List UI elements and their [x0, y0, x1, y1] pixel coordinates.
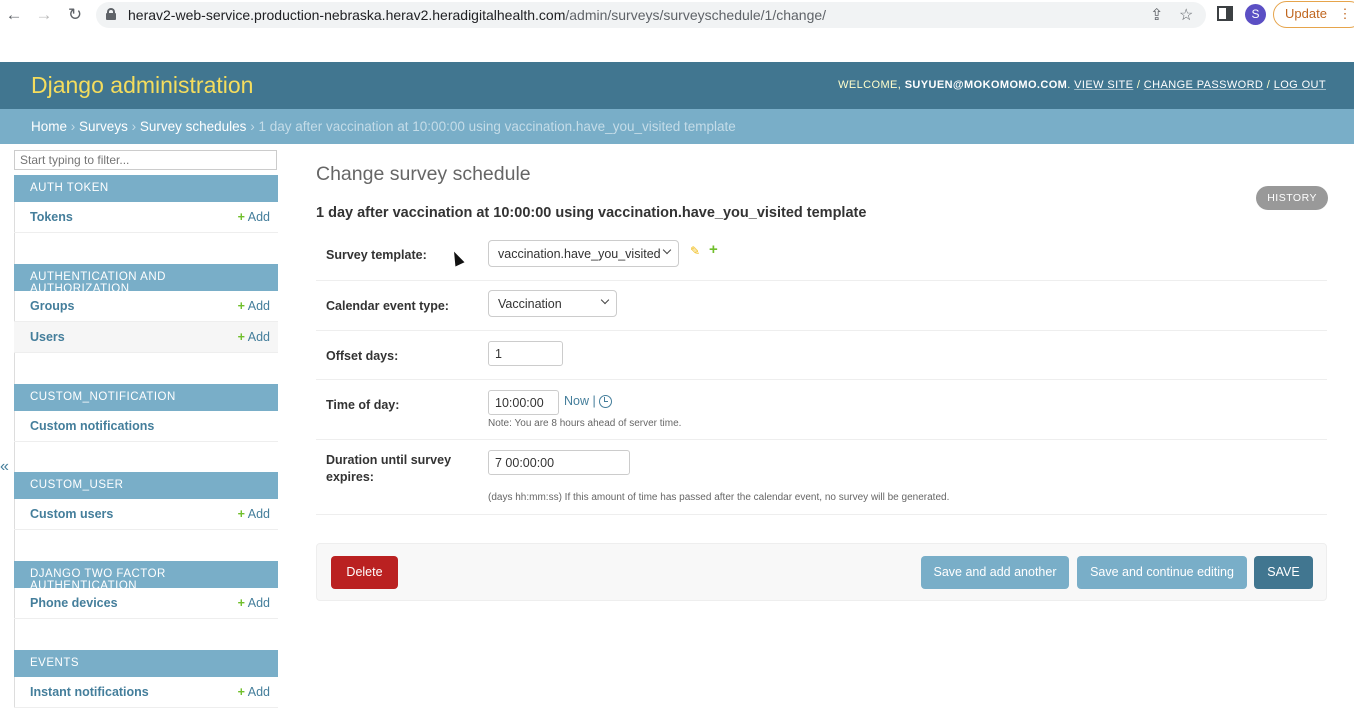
offset-days-input[interactable]: 1	[488, 341, 563, 366]
module-two-factor: DJANGO TWO FACTOR AUTHENTICATION Phone d…	[14, 561, 278, 619]
module-caption[interactable]: AUTHENTICATION AND AUTHORIZATION	[14, 264, 278, 295]
sidebar-item-custom-notifications[interactable]: Custom notifications	[14, 411, 278, 442]
field-duration: Duration until survey expires: 7 00:00:0…	[316, 440, 1327, 515]
field-survey-template: Survey template: vaccination.have_you_vi…	[316, 231, 1327, 281]
sidebar-item-phone-devices[interactable]: Phone devices + Add	[14, 588, 278, 619]
sidebar-item-groups[interactable]: Groups + Add	[14, 291, 278, 322]
now-link[interactable]: Now |	[564, 394, 596, 408]
module-auth-token: AUTH TOKEN Tokens + Add	[14, 175, 278, 233]
save-and-add-another-button[interactable]: Save and add another	[921, 556, 1069, 589]
plus-icon: +	[237, 299, 245, 313]
module-authentication: AUTHENTICATION AND AUTHORIZATION Groups …	[14, 264, 278, 353]
breadcrumb-current: 1 day after vaccination at 10:00:00 usin…	[258, 119, 736, 134]
breadcrumb-surveys[interactable]: Surveys	[79, 119, 128, 134]
timezone-note: Note: You are 8 hours ahead of server ti…	[488, 418, 682, 429]
survey-template-select[interactable]: vaccination.have_you_visited	[488, 240, 679, 267]
clock-icon[interactable]	[599, 395, 612, 408]
offset-days-label: Offset days:	[326, 349, 399, 363]
menu-icon: ⋮	[1338, 6, 1352, 21]
reload-icon[interactable]: ↻	[64, 4, 86, 26]
submit-row: Delete Save and add another Save and con…	[316, 543, 1327, 601]
add-link[interactable]: + Add	[238, 507, 270, 521]
site-header: Django administration WELCOME, SUYUEN@MO…	[0, 62, 1354, 109]
module-events: EVENTS Instant notifications + Add	[14, 650, 278, 708]
save-and-continue-button[interactable]: Save and continue editing	[1077, 556, 1247, 589]
url-text[interactable]: herav2-web-service.production-nebraska.h…	[128, 7, 826, 23]
add-link[interactable]: + Add	[238, 299, 270, 313]
profile-avatar[interactable]: S	[1245, 4, 1266, 25]
history-button[interactable]: HISTORY	[1256, 186, 1328, 210]
plus-icon: +	[237, 507, 245, 521]
share-icon[interactable]: ⇪	[1150, 5, 1163, 25]
save-button[interactable]: SAVE	[1254, 556, 1313, 589]
add-link[interactable]: + Add	[238, 596, 270, 610]
module-caption[interactable]: DJANGO TWO FACTOR AUTHENTICATION	[14, 561, 278, 592]
welcome-text: WELCOME,	[838, 79, 902, 91]
duration-help-text: (days hh:mm:ss) If this amount of time h…	[488, 492, 950, 503]
browser-toolbar: ← → ↻ herav2-web-service.production-nebr…	[0, 0, 1354, 62]
add-plus-icon[interactable]: +	[709, 241, 718, 258]
module-caption[interactable]: CUSTOM_USER	[14, 472, 278, 499]
plus-icon: +	[237, 685, 245, 699]
calendar-event-type-select[interactable]: Vaccination	[488, 290, 617, 317]
field-calendar-event-type: Calendar event type: Vaccination	[316, 281, 1327, 331]
change-password-link[interactable]: CHANGE PASSWORD	[1144, 79, 1263, 91]
module-caption[interactable]: EVENTS	[14, 650, 278, 677]
chevron-down-icon	[662, 245, 672, 255]
field-offset-days: Offset days: 1	[316, 331, 1327, 380]
sidepanel-icon[interactable]	[1217, 6, 1233, 21]
breadcrumb: Home › Surveys › Survey schedules › 1 da…	[0, 109, 1354, 144]
module-caption[interactable]: AUTH TOKEN	[14, 175, 278, 202]
chevron-down-icon	[600, 295, 610, 305]
duration-input[interactable]: 7 00:00:00	[488, 450, 630, 475]
plus-icon: +	[237, 210, 245, 224]
module-caption[interactable]: CUSTOM_NOTIFICATION	[14, 384, 278, 411]
nav-sidebar: AUTH TOKEN Tokens + Add AUTHENTICATION A…	[14, 148, 278, 708]
edit-pencil-icon[interactable]: ✎	[690, 244, 700, 258]
time-of-day-label: Time of day:	[326, 398, 400, 412]
sidebar-item-tokens[interactable]: Tokens + Add	[14, 202, 278, 233]
calendar-event-type-label: Calendar event type:	[326, 299, 449, 313]
breadcrumb-home[interactable]: Home	[31, 119, 67, 134]
sidebar-item-users[interactable]: Users + Add	[14, 322, 278, 353]
back-icon[interactable]: ←	[3, 4, 25, 26]
module-custom-user: CUSTOM_USER Custom users + Add	[14, 472, 278, 530]
username: SUYUEN@MOKOMOMO.COM	[904, 79, 1068, 91]
site-brand[interactable]: Django administration	[31, 72, 253, 99]
sidebar-filter-input[interactable]	[14, 150, 277, 170]
object-title: 1 day after vaccination at 10:00:00 usin…	[316, 205, 867, 221]
plus-icon: +	[237, 596, 245, 610]
user-tools: WELCOME, SUYUEN@MOKOMOMO.COM. VIEW SITE …	[838, 79, 1326, 91]
field-time-of-day: Time of day: 10:00:00 Now | Note: You ar…	[316, 380, 1327, 440]
add-link[interactable]: + Add	[238, 330, 270, 344]
logout-link[interactable]: LOG OUT	[1274, 79, 1326, 91]
sidebar-collapse-icon[interactable]: «	[0, 458, 9, 476]
breadcrumb-survey-schedules[interactable]: Survey schedules	[140, 119, 247, 134]
duration-label: Duration until survey expires:	[326, 453, 452, 484]
sidebar-item-custom-users[interactable]: Custom users + Add	[14, 499, 278, 530]
add-link[interactable]: + Add	[238, 210, 270, 224]
content-main: Change survey schedule HISTORY 1 day aft…	[316, 144, 1328, 708]
address-bar[interactable]: herav2-web-service.production-nebraska.h…	[96, 2, 1206, 28]
update-button[interactable]: Update ⋮	[1273, 1, 1354, 28]
delete-button[interactable]: Delete	[331, 556, 398, 589]
view-site-link[interactable]: VIEW SITE	[1074, 79, 1133, 91]
add-link[interactable]: + Add	[238, 685, 270, 699]
time-of-day-input[interactable]: 10:00:00	[488, 390, 559, 415]
plus-icon: +	[237, 330, 245, 344]
survey-template-label: Survey template:	[326, 248, 427, 262]
page-title: Change survey schedule	[316, 163, 531, 185]
forward-icon[interactable]: →	[33, 4, 55, 26]
module-custom-notification: CUSTOM_NOTIFICATION Custom notifications	[14, 384, 278, 442]
star-icon[interactable]: ☆	[1179, 5, 1193, 25]
lock-icon[interactable]	[106, 8, 116, 20]
sidebar-item-instant-notifications[interactable]: Instant notifications + Add	[14, 677, 278, 708]
